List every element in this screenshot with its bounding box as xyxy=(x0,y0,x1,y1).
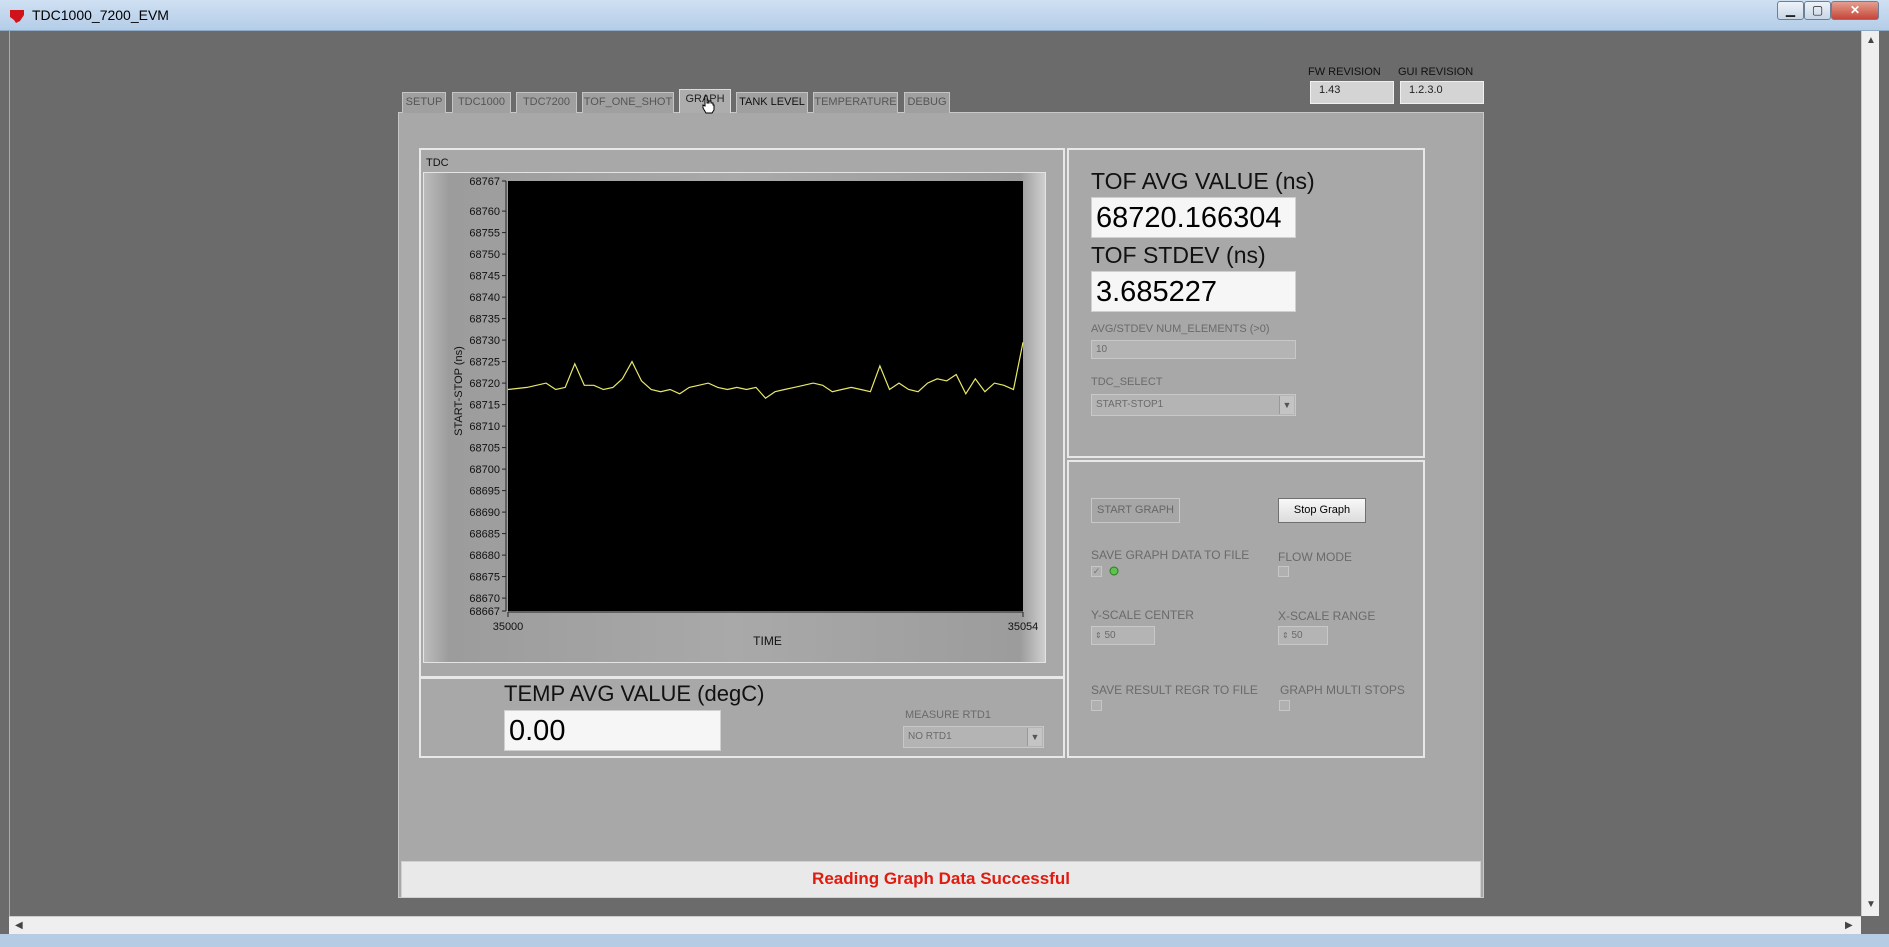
close-button[interactable]: ✕ xyxy=(1831,1,1879,20)
tdc-select-value: START-STOP1 xyxy=(1096,399,1164,410)
y-tick-label: 68667 xyxy=(469,606,500,618)
tab-debug[interactable]: DEBUG xyxy=(904,92,950,113)
x-scale-range-value: 50 xyxy=(1291,630,1303,641)
flow-mode-label: FLOW MODE xyxy=(1278,550,1352,564)
y-tick-label: 68750 xyxy=(469,249,500,261)
y-tick-label: 68767 xyxy=(469,176,500,188)
maximize-button[interactable]: ▢ xyxy=(1804,1,1831,20)
x-tick-label: 35054 xyxy=(1008,621,1039,633)
tab-tdc7200[interactable]: TDC7200 xyxy=(516,92,577,113)
tof-stdev-label: TOF STDEV (ns) xyxy=(1091,242,1266,268)
graph-title: TDC xyxy=(426,157,449,169)
y-tick-label: 68705 xyxy=(469,443,500,455)
y-tick-label: 68675 xyxy=(469,572,500,584)
window-titlebar: TDC1000_7200_EVM ▁ ▢ ✕ xyxy=(0,0,1889,31)
tab-tof-one-shot[interactable]: TOF_ONE_SHOT xyxy=(582,92,674,113)
save-graph-checkbox[interactable]: ✓ xyxy=(1091,566,1102,577)
tdc-select-label: TDC_SELECT xyxy=(1091,376,1163,388)
fw-revision-field: 1.43 xyxy=(1310,81,1394,104)
tof-avg-label: TOF AVG VALUE (ns) xyxy=(1091,168,1315,194)
y-tick-label: 68685 xyxy=(469,529,500,541)
start-graph-button[interactable]: START GRAPH xyxy=(1091,498,1180,523)
tab-tdc1000[interactable]: TDC1000 xyxy=(452,92,511,113)
flow-mode-checkbox[interactable] xyxy=(1278,566,1289,577)
y-axis-title: START-STOP (ns) xyxy=(453,346,465,436)
y-tick-label: 68700 xyxy=(469,464,500,476)
y-tick-label: 68740 xyxy=(469,292,500,304)
gui-revision-label: GUI REVISION xyxy=(1398,66,1474,78)
num-elements-field[interactable]: 10 xyxy=(1091,340,1296,359)
graph-multi-stops-checkbox[interactable] xyxy=(1279,700,1290,711)
stop-graph-button[interactable]: Stop Graph xyxy=(1278,498,1366,523)
tdc-select-dropdown[interactable]: START-STOP1 ▼ xyxy=(1091,394,1296,416)
scroll-down-icon[interactable]: ▼ xyxy=(1866,899,1876,910)
tdc-chart: 68767 68760 68755 68750 68745 68740 68735 68730… xyxy=(453,176,1039,648)
tab-tank-level[interactable]: TANK LEVEL xyxy=(736,92,808,113)
x-scale-range-input[interactable]: ⇕ 50 xyxy=(1278,626,1328,645)
vertical-scrollbar[interactable]: ▲ ▼ xyxy=(1861,31,1879,916)
y-scale-center-value: 50 xyxy=(1104,630,1116,641)
save-graph-label: SAVE GRAPH DATA TO FILE xyxy=(1091,548,1250,562)
gui-revision-field: 1.2.3.0 xyxy=(1400,81,1484,104)
x-scale-range-label: X-SCALE RANGE xyxy=(1278,609,1376,623)
tof-stdev-value: 3.685227 xyxy=(1091,271,1296,312)
save-result-label: SAVE RESULT REGR TO FILE xyxy=(1091,683,1258,697)
graph-multi-stops-label: GRAPH MULTI STOPS xyxy=(1280,683,1405,697)
y-tick-label: 68680 xyxy=(469,550,500,562)
window-bottom-frame xyxy=(0,934,1889,947)
y-tick-label: 68690 xyxy=(469,507,500,519)
y-tick-label: 68720 xyxy=(469,378,500,390)
y-tick-label: 68735 xyxy=(469,314,500,326)
tab-setup[interactable]: SETUP xyxy=(402,92,446,113)
status-bar: Reading Graph Data Successful xyxy=(401,861,1481,898)
measure-rtd1-dropdown[interactable]: NO RTD1 ▼ xyxy=(903,726,1044,748)
y-tick-label: 68695 xyxy=(469,486,500,498)
chevron-down-icon[interactable]: ▼ xyxy=(1027,728,1042,746)
tab-temperature[interactable]: TEMPERATURE xyxy=(813,92,898,113)
minimize-button[interactable]: ▁ xyxy=(1777,1,1804,20)
temp-avg-value: 0.00 xyxy=(504,710,721,751)
hand-cursor-icon xyxy=(702,95,715,114)
y-tick-label: 68755 xyxy=(469,228,500,240)
y-tick-label: 68670 xyxy=(469,593,500,605)
x-tick-label: 35000 xyxy=(493,621,524,633)
y-scale-center-label: Y-SCALE CENTER xyxy=(1091,608,1194,622)
y-tick-label: 68725 xyxy=(469,357,500,369)
y-tick-label: 68745 xyxy=(469,271,500,283)
scroll-left-icon[interactable]: ◀ xyxy=(15,920,23,931)
save-result-checkbox[interactable] xyxy=(1091,700,1102,711)
y-tick-label: 68730 xyxy=(469,335,500,347)
stepper-icon[interactable]: ⇕ xyxy=(1282,631,1289,640)
x-axis-title: TIME xyxy=(753,634,782,648)
ti-logo-icon xyxy=(10,10,24,23)
status-led-icon xyxy=(1109,566,1119,576)
measure-rtd1-label: MEASURE RTD1 xyxy=(905,709,991,721)
tof-avg-value: 68720.166304 xyxy=(1091,197,1296,238)
y-scale-center-input[interactable]: ⇕ 50 xyxy=(1091,626,1155,645)
horizontal-scrollbar[interactable]: ◀ ▶ xyxy=(9,916,1861,934)
measure-rtd1-value: NO RTD1 xyxy=(908,731,952,742)
fw-revision-label: FW REVISION xyxy=(1308,66,1381,78)
scroll-right-icon[interactable]: ▶ xyxy=(1845,920,1853,931)
temp-avg-label: TEMP AVG VALUE (degC) xyxy=(504,681,765,706)
num-elements-label: AVG/STDEV NUM_ELEMENTS (>0) xyxy=(1091,323,1270,335)
y-tick-label: 68710 xyxy=(469,421,500,433)
y-tick-label: 68760 xyxy=(469,206,500,218)
scroll-up-icon[interactable]: ▲ xyxy=(1866,35,1876,46)
chevron-down-icon[interactable]: ▼ xyxy=(1279,396,1294,414)
tof-series-line xyxy=(507,342,1024,399)
stepper-icon[interactable]: ⇕ xyxy=(1095,631,1102,640)
window-title: TDC1000_7200_EVM xyxy=(32,7,169,23)
y-tick-label: 68715 xyxy=(469,400,500,412)
